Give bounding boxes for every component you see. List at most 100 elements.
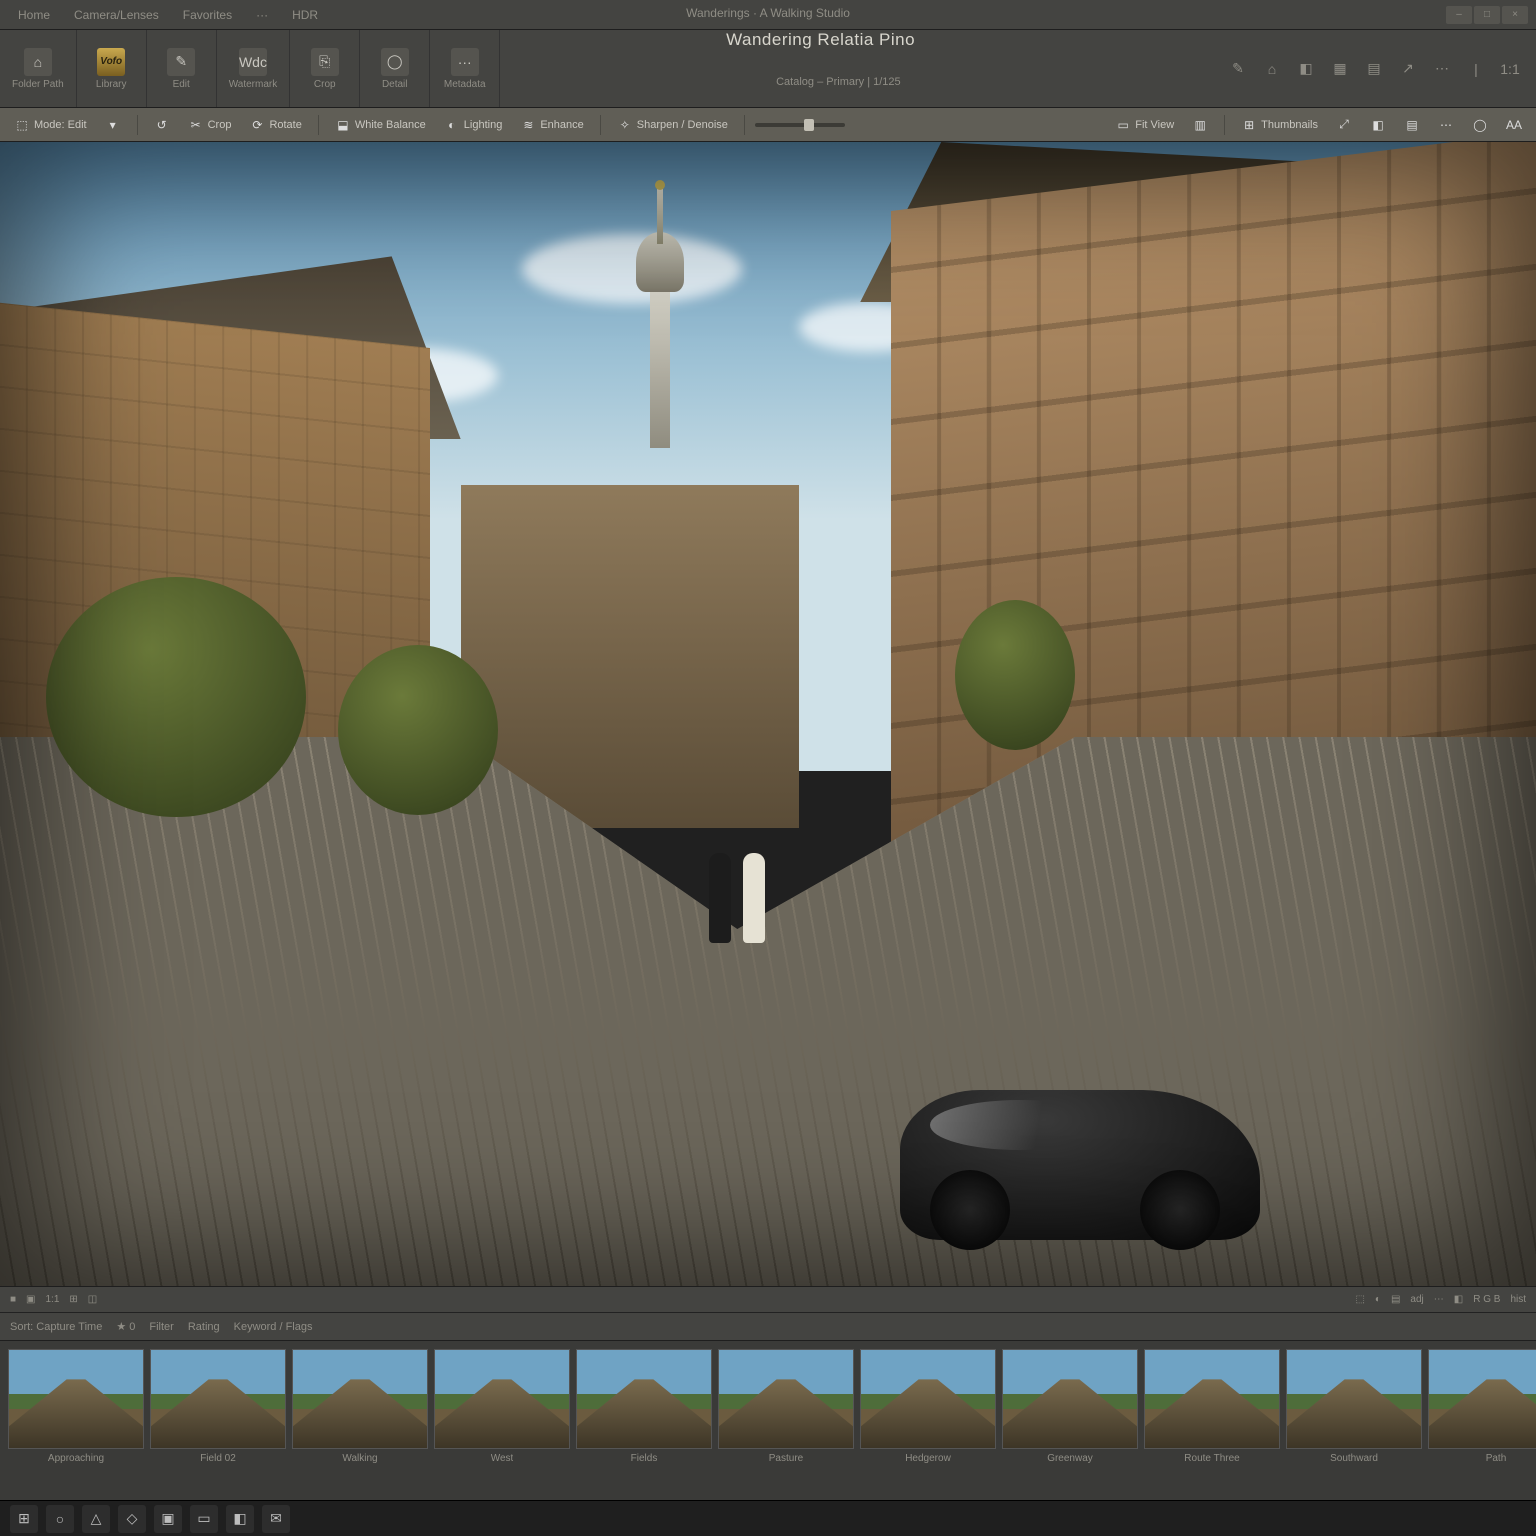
menu-more[interactable]: ··· <box>246 6 278 24</box>
home-icon[interactable]: ⌂ <box>1260 57 1284 81</box>
tool-wb[interactable]: ⬓White Balance <box>329 113 432 137</box>
tool-enhance[interactable]: ≋Enhance <box>514 113 589 137</box>
view-fit-label: Fit View <box>1135 119 1174 131</box>
view-thumbs[interactable]: ⊞Thumbnails <box>1235 113 1324 137</box>
app4-icon[interactable]: ◧ <box>226 1505 254 1533</box>
enhance-icon: ≋ <box>520 117 536 133</box>
thumbnail-item[interactable]: Fields <box>576 1349 712 1464</box>
app2-icon[interactable]: ▣ <box>154 1505 182 1533</box>
tool-undo[interactable]: ↺ <box>148 113 176 137</box>
thumbnail-item[interactable]: Path <box>1428 1349 1536 1464</box>
view-panel[interactable]: ◧ <box>1364 113 1392 137</box>
window-max-icon[interactable]: □ <box>1474 6 1500 24</box>
exposure-slider[interactable] <box>755 123 845 127</box>
search-icon[interactable]: ○ <box>46 1505 74 1533</box>
mail-icon[interactable]: ✉ <box>262 1505 290 1533</box>
info-view1[interactable]: ■ <box>10 1294 16 1305</box>
info-split[interactable]: ◫ <box>88 1294 97 1305</box>
split2-icon: ▥ <box>1192 117 1208 133</box>
thumbnail-caption: Walking <box>342 1453 377 1464</box>
ribbon-folder[interactable]: ⌂ Folder Path <box>0 30 77 107</box>
info-r0[interactable]: ⬚ <box>1355 1294 1364 1305</box>
library-icon: Vofo <box>97 48 125 76</box>
grid-icon[interactable]: ▦ <box>1328 57 1352 81</box>
tool-rotate[interactable]: ⟳Rotate <box>243 113 307 137</box>
start-icon[interactable]: ⊞ <box>10 1505 38 1533</box>
thumbs-icon: ⊞ <box>1241 117 1257 133</box>
ribbon-edit[interactable]: ✎ Edit <box>147 30 217 107</box>
menu-camera[interactable]: Camera/Lenses <box>64 6 169 24</box>
view-aa[interactable]: AA <box>1500 113 1528 137</box>
keywords-button[interactable]: Keyword / Flags <box>234 1321 313 1333</box>
thumbnail-item[interactable]: Greenway <box>1002 1349 1138 1464</box>
tool-sharpen[interactable]: ✧Sharpen / Denoise <box>611 113 734 137</box>
app1-icon[interactable]: ◇ <box>118 1505 146 1533</box>
menu-hdr[interactable]: HDR <box>282 6 328 24</box>
ribbon-library[interactable]: Vofo Library <box>77 30 147 107</box>
view-list[interactable]: ▤ <box>1398 113 1426 137</box>
ribbon-crop[interactable]: ⎘ Crop <box>290 30 360 107</box>
app3-icon[interactable]: ▭ <box>190 1505 218 1533</box>
thumbnail-item[interactable]: Approaching <box>8 1349 144 1464</box>
tool-dropdown[interactable]: ▾ <box>99 113 127 137</box>
chevron-down-icon: ▾ <box>105 117 121 133</box>
taskview-icon[interactable]: △ <box>82 1505 110 1533</box>
thumbnail-item[interactable]: Southward <box>1286 1349 1422 1464</box>
tool-light[interactable]: ◐Lighting <box>438 113 509 137</box>
export-icon[interactable]: ↗ <box>1396 57 1420 81</box>
thumbnail-item[interactable]: Pasture <box>718 1349 854 1464</box>
tool-crop[interactable]: ✂Crop <box>182 113 238 137</box>
ribbon-metadata[interactable]: ··· Metadata <box>430 30 500 107</box>
view-split[interactable]: ▥ <box>1186 113 1214 137</box>
tool-mode[interactable]: ⬚ Mode: Edit <box>8 113 93 137</box>
info-view2[interactable]: ▣ <box>26 1294 35 1305</box>
image-canvas[interactable] <box>0 142 1536 1286</box>
menu-fav[interactable]: Favorites <box>173 6 242 24</box>
filter-button[interactable]: Filter <box>149 1321 173 1333</box>
undo-icon: ↺ <box>154 117 170 133</box>
toolbar-sep <box>137 115 138 135</box>
view-more[interactable]: ⋯ <box>1432 113 1460 137</box>
info-grid[interactable]: ⊞ <box>69 1294 77 1305</box>
ribbon-watermark[interactable]: Wdc Watermark <box>217 30 291 107</box>
toolbar-sep <box>600 115 601 135</box>
info-r2[interactable]: ▤ <box>1391 1294 1400 1305</box>
info-zoom11[interactable]: 1:1 <box>46 1294 60 1305</box>
rating-button[interactable]: Rating <box>188 1321 220 1333</box>
tool-light-label: Lighting <box>464 119 503 131</box>
split-icon[interactable]: ◧ <box>1294 57 1318 81</box>
sort-dropdown[interactable]: Sort: Capture Time <box>10 1321 102 1333</box>
info-hist[interactable]: hist <box>1510 1294 1526 1305</box>
more-icon[interactable]: ⋯ <box>1430 57 1454 81</box>
rotate-icon: ⟳ <box>249 117 265 133</box>
view-circle[interactable]: ◯ <box>1466 113 1494 137</box>
filmstrip[interactable]: ApproachingField 02 Walking WestFieldsPast… <box>0 1340 1536 1500</box>
view-full[interactable]: ⤢ <box>1330 113 1358 137</box>
os-taskbar: ⊞ ○ △ ◇ ▣ ▭ ◧ ✉ <box>0 1500 1536 1536</box>
filmstrip-toolbar: Sort: Capture Time ★ 0 Filter Rating Key… <box>0 1312 1536 1340</box>
ribbon-folder-label: Folder Path <box>12 79 64 90</box>
view-fit[interactable]: ▭Fit View <box>1109 113 1180 137</box>
rating-filter[interactable]: ★ 0 <box>116 1320 135 1333</box>
thumbnail-item[interactable]: Field 02 <box>150 1349 286 1464</box>
window-min-icon[interactable]: – <box>1446 6 1472 24</box>
thumbnail-image <box>860 1349 996 1449</box>
window-close-icon[interactable]: × <box>1502 6 1528 24</box>
thumbnail-item[interactable]: Hedgerow <box>860 1349 996 1464</box>
info-r3[interactable]: adj <box>1410 1294 1423 1305</box>
thumbnail-item[interactable]: West <box>434 1349 570 1464</box>
pencil-icon[interactable]: ✎ <box>1226 57 1250 81</box>
circle-icon: ◯ <box>1472 117 1488 133</box>
zoom-11-icon[interactable]: 1:1 <box>1498 57 1522 81</box>
info-r4[interactable]: ⋯ <box>1434 1294 1444 1305</box>
crop2-icon: ✂ <box>188 117 204 133</box>
list2-icon: ▤ <box>1404 117 1420 133</box>
menu-home[interactable]: Home <box>8 6 60 24</box>
info-r1[interactable]: ◐ <box>1375 1294 1381 1305</box>
info-r5[interactable]: ◧ <box>1454 1294 1463 1305</box>
thumbnail-item[interactable]: Walking <box>292 1349 428 1464</box>
thumbnail-item[interactable]: Route Three <box>1144 1349 1280 1464</box>
sep-icon: | <box>1464 57 1488 81</box>
list-icon[interactable]: ▤ <box>1362 57 1386 81</box>
ribbon-detail[interactable]: ◯ Detail <box>360 30 430 107</box>
